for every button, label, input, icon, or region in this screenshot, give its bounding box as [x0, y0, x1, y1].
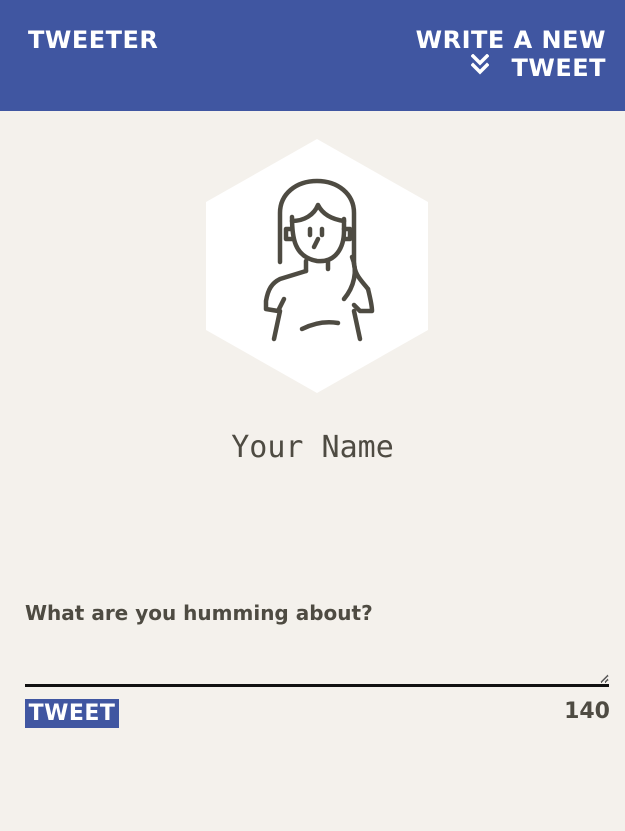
- double-chevron-down-icon[interactable]: [471, 54, 489, 76]
- write-new-tweet-toggle[interactable]: WRITE A NEW TWEET: [346, 26, 606, 82]
- tweet-textarea[interactable]: [25, 638, 609, 687]
- profile-avatar: [206, 139, 428, 393]
- composer-prompt-label: What are you humming about?: [25, 601, 373, 625]
- tweet-submit-button[interactable]: TWEET: [25, 699, 119, 728]
- profile-name: Your Name: [231, 430, 394, 465]
- character-counter: 140: [564, 699, 610, 724]
- avatar-hexagon-background: [206, 139, 428, 393]
- brand-logo[interactable]: TWEETER: [28, 26, 158, 54]
- top-nav: TWEETER WRITE A NEW TWEET: [0, 0, 625, 111]
- textarea-resize-handle[interactable]: [600, 674, 609, 683]
